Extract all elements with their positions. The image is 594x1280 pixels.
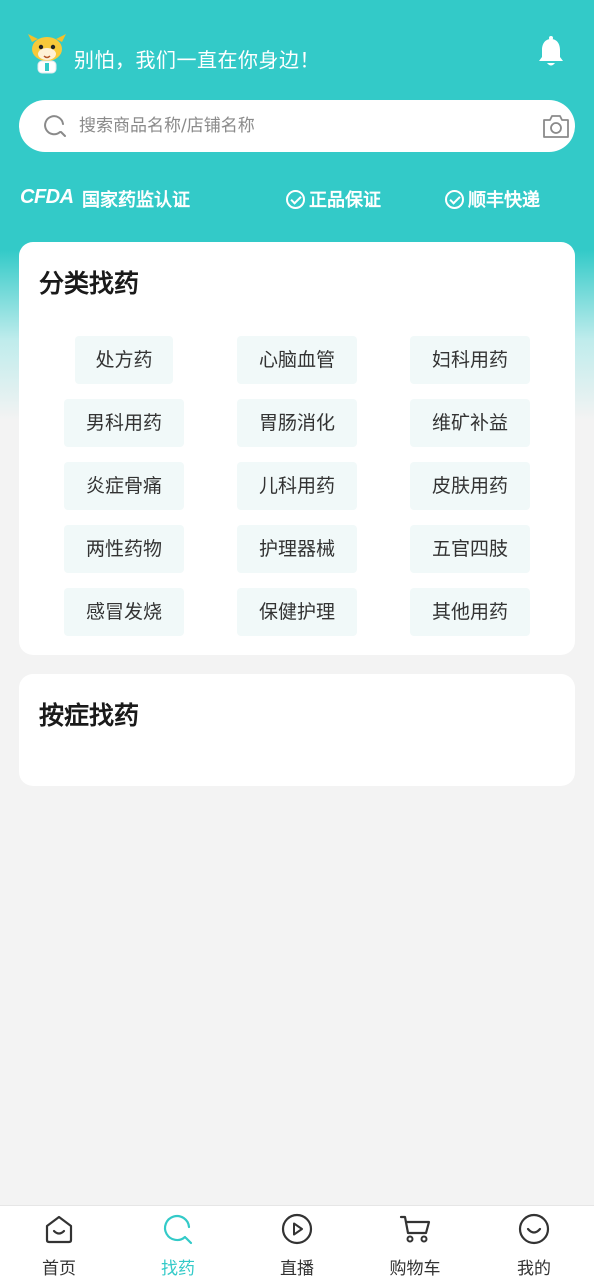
search-icon: [44, 115, 66, 137]
symptom-section-title: 按症找药: [39, 701, 140, 730]
category-chip[interactable]: 处方药: [75, 336, 173, 384]
camera-icon[interactable]: [541, 112, 571, 140]
category-chip[interactable]: 心脑血管: [237, 336, 357, 384]
category-chip[interactable]: 五官四肢: [410, 525, 530, 573]
category-chip[interactable]: 男科用药: [64, 399, 184, 447]
category-chip[interactable]: 感冒发烧: [64, 588, 184, 636]
authentic-guarantee-badge: 正品保证: [286, 186, 381, 212]
tab-cart[interactable]: 购物车: [356, 1206, 474, 1280]
tab-home[interactable]: 首页: [0, 1206, 118, 1280]
cart-icon: [399, 1215, 431, 1243]
home-icon: [45, 1215, 73, 1244]
cfda-logo: CFDA: [20, 186, 74, 208]
category-card: 分类找药 处方药 心脑血管 妇科用药 男科用药 胃肠消化 维矿补益 炎症骨痛 儿…: [19, 242, 575, 655]
tab-label: 我的: [517, 1259, 551, 1279]
badge-label: 顺丰快递: [468, 190, 540, 211]
live-play-icon: [281, 1213, 313, 1245]
header: 别怕，我们一直在你身边！: [0, 30, 594, 80]
category-chip[interactable]: 其他用药: [410, 588, 530, 636]
category-chip[interactable]: 胃肠消化: [237, 399, 357, 447]
check-circle-icon: [445, 190, 464, 209]
search-input[interactable]: [79, 112, 519, 140]
cfda-certification-text: 国家药监认证: [82, 190, 190, 211]
category-section-title: 分类找药: [39, 269, 140, 298]
tab-label: 找药: [161, 1259, 195, 1279]
check-circle-icon: [286, 190, 305, 209]
category-chip[interactable]: 护理器械: [237, 525, 357, 573]
tab-label: 购物车: [389, 1259, 441, 1279]
sf-express-badge: 顺丰快递: [445, 186, 540, 212]
tab-find-medicine[interactable]: 找药: [119, 1206, 237, 1280]
bottom-tab-bar: 首页 找药 直播 购物车 我的: [0, 1205, 594, 1280]
bell-icon[interactable]: [536, 36, 566, 68]
tab-label: 首页: [42, 1259, 76, 1279]
tab-label: 直播: [280, 1259, 314, 1279]
search-bar[interactable]: [19, 100, 575, 152]
badge-label: 正品保证: [309, 190, 381, 211]
greeting-text: 别怕，我们一直在你身边！: [74, 48, 320, 72]
mascot-logo-icon: [28, 34, 66, 74]
category-chip[interactable]: 炎症骨痛: [64, 462, 184, 510]
category-chip[interactable]: 保健护理: [237, 588, 357, 636]
category-chip[interactable]: 儿科用药: [237, 462, 357, 510]
profile-smile-icon: [518, 1213, 550, 1245]
category-chip[interactable]: 妇科用药: [410, 336, 530, 384]
category-chip[interactable]: 维矿补益: [410, 399, 530, 447]
category-chip[interactable]: 皮肤用药: [410, 462, 530, 510]
trust-row: CFDA 国家药监认证 正品保证 顺丰快递: [0, 184, 594, 214]
tab-profile[interactable]: 我的: [475, 1206, 593, 1280]
tab-live[interactable]: 直播: [238, 1206, 356, 1280]
find-medicine-icon: [163, 1214, 193, 1245]
symptom-card: 按症找药: [19, 674, 575, 786]
category-chip[interactable]: 两性药物: [64, 525, 184, 573]
